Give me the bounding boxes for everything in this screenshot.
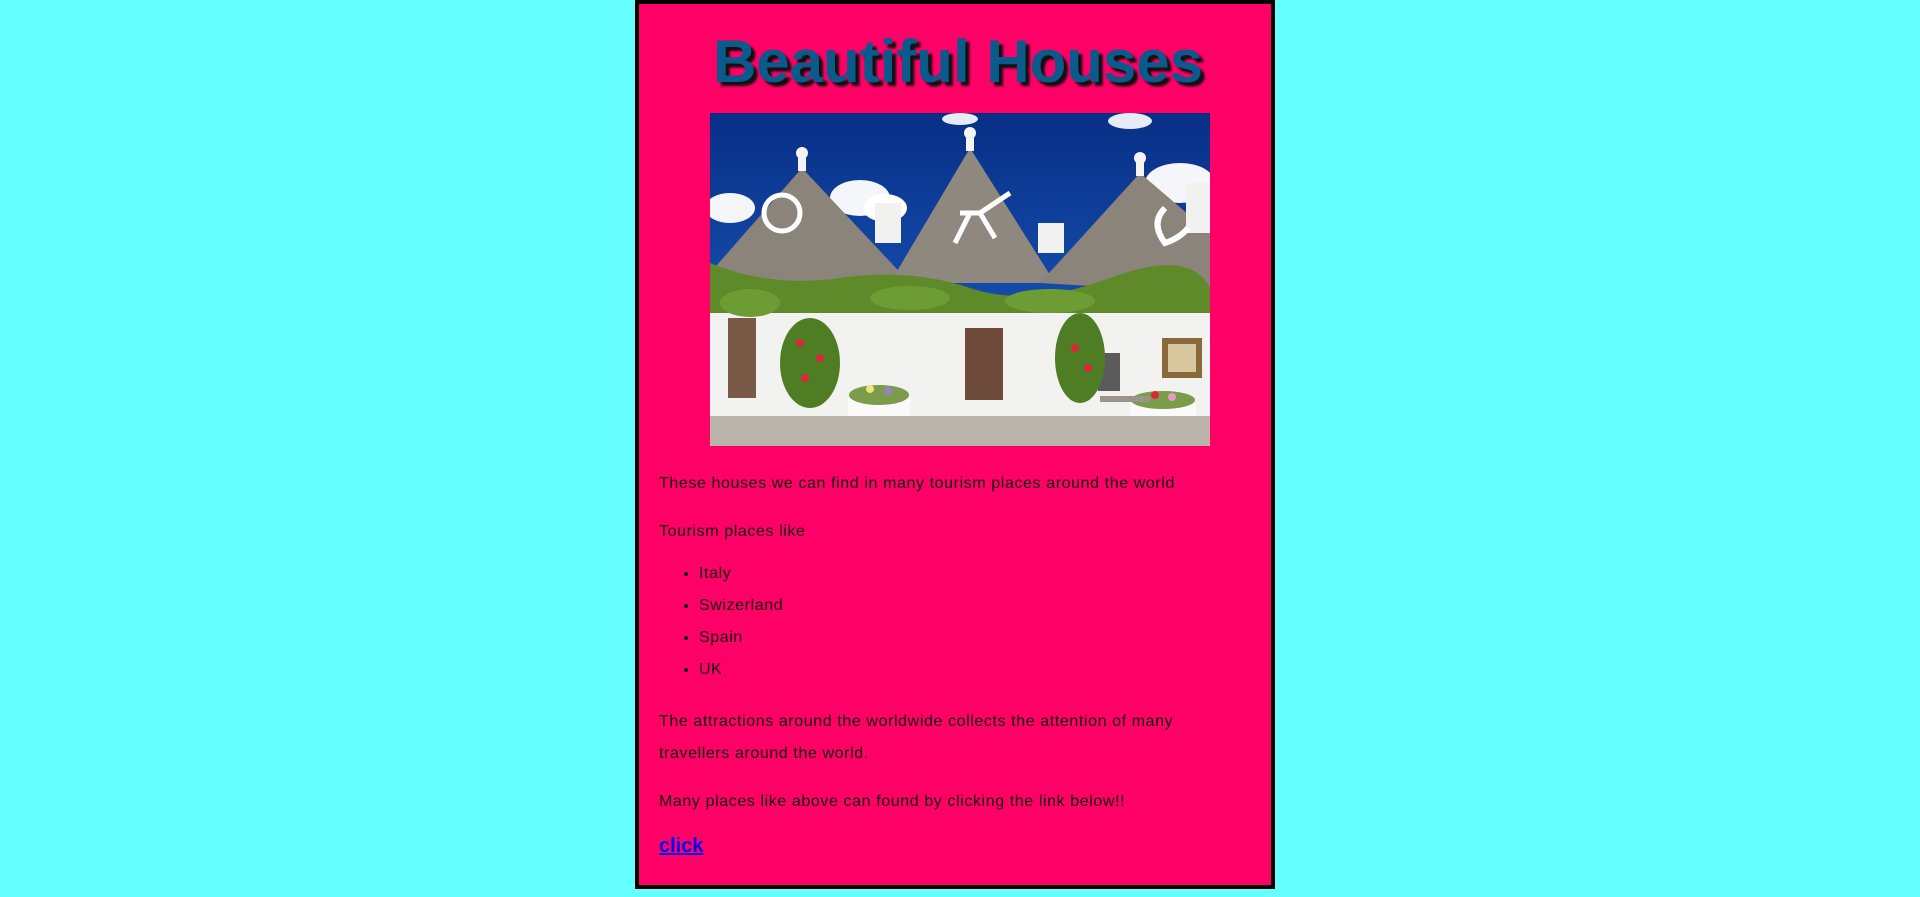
content-card: Beautiful Houses These houses we can fin… (635, 0, 1275, 889)
cta-text: Many places like above can found by clic… (659, 793, 1126, 810)
list-item: UK (699, 654, 783, 686)
list-item: Swizerland (699, 590, 783, 622)
attractions-text: The attractions around the worldwide col… (659, 713, 1174, 762)
houses-image (710, 113, 1210, 446)
trulli-illustration (710, 113, 1210, 446)
intro-text: These houses we can find in many tourism… (659, 475, 1175, 492)
list-item: Italy (699, 558, 783, 590)
page-title: Beautiful Houses (712, 28, 1204, 95)
places-list: Italy Swizerland Spain UK (659, 558, 783, 686)
click-link[interactable]: click (659, 830, 703, 862)
list-item: Spain (699, 622, 783, 654)
list-heading: Tourism places like (659, 523, 806, 540)
